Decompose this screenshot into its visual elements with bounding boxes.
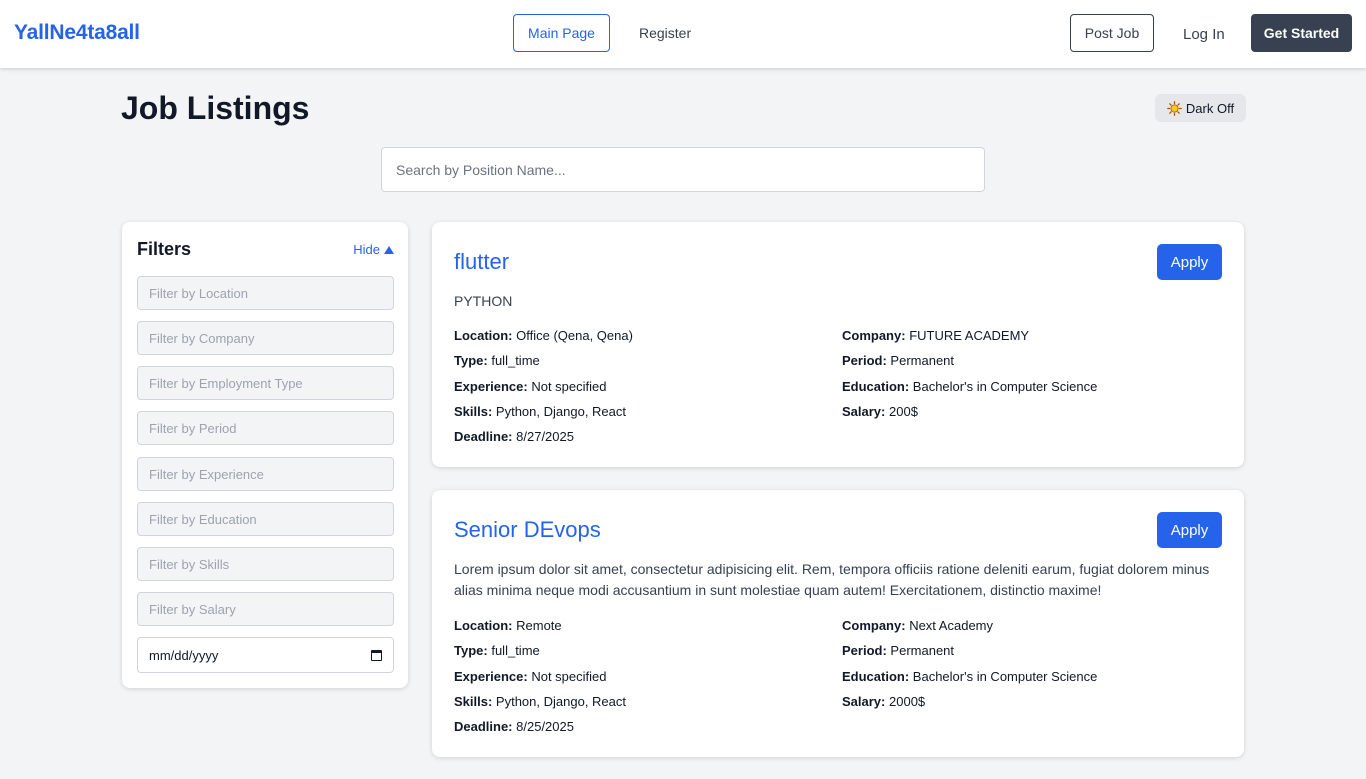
main-page-link[interactable]: Main Page bbox=[513, 14, 610, 52]
filters-panel: Filters Hide mm/dd/yyyy bbox=[122, 222, 408, 688]
job-location: Location: Remote bbox=[454, 618, 562, 633]
job-description: Lorem ipsum dolor sit amet, consectetur … bbox=[454, 561, 1210, 598]
salary-filter-input[interactable] bbox=[137, 592, 394, 626]
job-education: Education: Bachelor's in Computer Scienc… bbox=[842, 669, 1098, 684]
job-description: PYTHON bbox=[454, 293, 513, 309]
deadline-date-input[interactable]: mm/dd/yyyy bbox=[137, 637, 394, 673]
job-company: Company: Next Academy bbox=[842, 618, 994, 633]
education-filter-input[interactable] bbox=[137, 502, 394, 536]
job-title[interactable]: flutter bbox=[454, 249, 509, 275]
job-type: Type: full_time bbox=[454, 353, 540, 368]
job-skills: Skills: Python, Django, React bbox=[454, 404, 626, 419]
job-type: Type: full_time bbox=[454, 643, 540, 658]
sun-icon bbox=[1167, 100, 1182, 116]
job-period: Period: Permanent bbox=[842, 643, 955, 658]
register-link[interactable]: Register bbox=[639, 25, 691, 41]
employment-type-filter-input[interactable] bbox=[137, 366, 394, 400]
dark-mode-toggle[interactable]: Dark Off bbox=[1155, 94, 1246, 122]
company-filter-input[interactable] bbox=[137, 321, 394, 355]
search-input[interactable] bbox=[381, 147, 985, 192]
job-salary: Salary: 2000$ bbox=[842, 694, 926, 709]
dark-mode-label: Dark Off bbox=[1185, 100, 1235, 116]
job-deadline: Deadline: 8/25/2025 bbox=[454, 719, 574, 734]
get-started-button[interactable]: Get Started bbox=[1251, 14, 1352, 52]
log-in-link[interactable]: Log In bbox=[1183, 26, 1225, 43]
job-company: Company: FUTURE ACADEMY bbox=[842, 328, 1030, 343]
brand-logo[interactable]: YallNe4ta8all bbox=[14, 21, 140, 45]
hide-label: Hide bbox=[353, 242, 380, 257]
job-location: Location: Office (Qena, Qena) bbox=[454, 328, 633, 343]
navbar: YallNe4ta8all Main Page Register Post Jo… bbox=[0, 0, 1366, 68]
job-skills: Skills: Python, Django, React bbox=[454, 694, 626, 709]
experience-filter-input[interactable] bbox=[137, 457, 394, 491]
job-title[interactable]: Senior DEvops bbox=[454, 517, 601, 543]
skills-filter-input[interactable] bbox=[137, 547, 394, 581]
job-experience: Experience: Not specified bbox=[454, 379, 607, 394]
job-salary: Salary: 200$ bbox=[842, 404, 918, 419]
filters-title: Filters bbox=[137, 239, 192, 259]
job-experience: Experience: Not specified bbox=[454, 669, 607, 684]
apply-button[interactable]: Apply bbox=[1157, 244, 1222, 280]
date-placeholder: mm/dd/yyyy bbox=[149, 647, 219, 663]
location-filter-input[interactable] bbox=[137, 276, 394, 310]
job-education: Education: Bachelor's in Computer Scienc… bbox=[842, 379, 1098, 394]
triangle-up-icon bbox=[384, 245, 394, 254]
job-card: Senior DEvops Apply Lorem ipsum dolor si… bbox=[432, 490, 1244, 757]
job-card: flutter Apply PYTHON Location: Office (Q… bbox=[432, 222, 1244, 467]
apply-button[interactable]: Apply bbox=[1157, 512, 1222, 548]
page-title: Job Listings bbox=[121, 90, 310, 126]
period-filter-input[interactable] bbox=[137, 411, 394, 445]
job-deadline: Deadline: 8/27/2025 bbox=[454, 429, 574, 444]
hide-filters-button[interactable]: Hide bbox=[353, 242, 394, 257]
job-period: Period: Permanent bbox=[842, 353, 955, 368]
calendar-icon[interactable] bbox=[371, 649, 382, 661]
post-job-button[interactable]: Post Job bbox=[1070, 14, 1154, 52]
